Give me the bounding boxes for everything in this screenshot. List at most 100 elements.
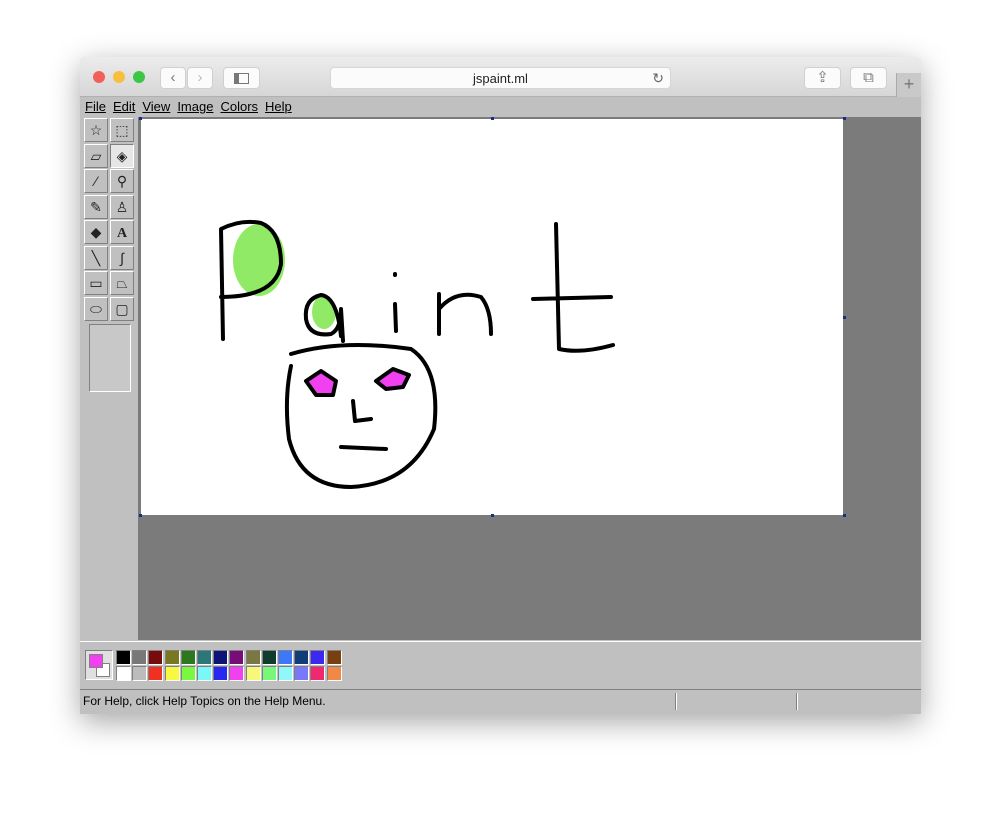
pick-color-icon: ⁄ <box>94 173 98 189</box>
back-button[interactable]: ‹ <box>160 67 186 89</box>
sidebar-icon <box>234 73 249 84</box>
nose <box>351 399 373 423</box>
fill-icon: ◈ <box>116 147 128 164</box>
palette-swatch[interactable] <box>294 650 310 665</box>
tool-rounded-rectangle[interactable]: ▢ <box>110 296 134 321</box>
status-divider <box>796 693 798 710</box>
palette-swatch[interactable] <box>261 666 277 681</box>
palette-swatch[interactable] <box>180 666 196 681</box>
tool-free-form-select[interactable]: ☆ <box>84 118 108 142</box>
primary-color[interactable] <box>89 654 103 668</box>
tabs-icon: ⧉ <box>863 69 874 86</box>
palette-swatch[interactable] <box>245 666 261 681</box>
tool-pencil[interactable]: ✎ <box>84 194 108 219</box>
palette-swatch[interactable] <box>197 666 212 681</box>
palette-swatch[interactable] <box>229 666 245 681</box>
tool-text[interactable]: A <box>110 220 134 244</box>
url-text: jspaint.ml <box>473 71 528 86</box>
zoom-button[interactable] <box>133 71 145 83</box>
palette-swatch[interactable] <box>326 666 342 681</box>
chevron-left-icon: ‹ <box>170 69 176 86</box>
palette-swatch[interactable] <box>294 666 310 681</box>
close-button[interactable] <box>93 71 105 83</box>
line-icon: ╲ <box>91 249 101 266</box>
tool-eraser[interactable]: ▱ <box>84 143 108 168</box>
free-form-select-icon: ☆ <box>89 122 103 138</box>
forward-button[interactable]: › <box>187 67 213 89</box>
minimize-button[interactable] <box>113 71 125 83</box>
letter-i <box>393 272 398 333</box>
plus-icon: + <box>903 74 915 94</box>
resize-handle[interactable] <box>139 117 142 120</box>
tool-select[interactable]: ⬚ <box>110 118 134 142</box>
share-button[interactable]: ⇪ <box>804 67 841 89</box>
palette-swatch[interactable] <box>132 666 148 681</box>
palette-swatch[interactable] <box>164 666 180 681</box>
sidebar-button[interactable] <box>223 67 260 89</box>
menu-view[interactable]: View <box>142 99 170 114</box>
palette-swatch[interactable] <box>213 650 229 665</box>
reload-icon[interactable]: ↻ <box>652 68 664 89</box>
palette-swatch[interactable] <box>278 650 293 665</box>
current-colors <box>85 650 113 680</box>
menu-edit[interactable]: Edit <box>113 99 135 114</box>
address-bar[interactable]: jspaint.ml ↻ <box>330 67 671 89</box>
airbrush-icon: ◆ <box>90 224 102 240</box>
palette-swatch[interactable] <box>326 650 342 665</box>
resize-handle[interactable] <box>843 117 846 120</box>
resize-handle[interactable] <box>843 316 846 319</box>
right-eye <box>374 367 411 391</box>
tool-curve[interactable]: ∫ <box>110 245 134 270</box>
menu-image[interactable]: Image <box>177 99 213 114</box>
canvas-area <box>138 117 921 640</box>
palette-swatch[interactable] <box>278 666 293 681</box>
resize-handle[interactable] <box>139 514 142 517</box>
tabs-button[interactable]: ⧉ <box>850 67 887 89</box>
menu-colors[interactable]: Colors <box>220 99 258 114</box>
menu-bar: File Edit View Image Colors Help <box>80 97 921 117</box>
palette-swatch[interactable] <box>310 666 326 681</box>
color-palette <box>80 641 921 687</box>
letter-n <box>437 292 493 336</box>
menu-file[interactable]: File <box>85 99 106 114</box>
tool-magnifier[interactable]: ⚲ <box>110 169 134 193</box>
palette-swatch[interactable] <box>229 650 245 665</box>
resize-handle[interactable] <box>491 117 494 120</box>
brush-icon: ♙ <box>115 198 129 215</box>
tool-brush[interactable]: ♙ <box>110 194 134 219</box>
tool-ellipse[interactable]: ⬭ <box>84 296 108 321</box>
left-eye <box>304 369 338 397</box>
palette-swatch[interactable] <box>261 650 277 665</box>
face-outline <box>284 343 438 489</box>
tool-airbrush[interactable]: ◆ <box>84 220 108 244</box>
rectangle-icon: ▭ <box>89 275 103 291</box>
new-tab-button[interactable]: + <box>896 73 921 97</box>
palette-swatch[interactable] <box>164 650 180 665</box>
palette-swatch[interactable] <box>245 650 261 665</box>
menu-help[interactable]: Help <box>265 99 292 114</box>
tool-polygon[interactable]: ⏢ <box>110 271 134 295</box>
drawing <box>219 219 615 489</box>
palette-swatch[interactable] <box>132 650 148 665</box>
tool-options[interactable] <box>89 324 131 392</box>
palette-swatch[interactable] <box>213 666 229 681</box>
tool-rectangle[interactable]: ▭ <box>84 271 108 295</box>
drawing-canvas[interactable] <box>141 119 843 515</box>
palette-swatch[interactable] <box>197 650 212 665</box>
rounded-rectangle-icon: ▢ <box>115 300 129 317</box>
resize-handle[interactable] <box>491 514 494 517</box>
resize-handle[interactable] <box>843 514 846 517</box>
tool-fill[interactable]: ◈ <box>110 143 134 168</box>
pencil-icon: ✎ <box>90 198 102 215</box>
status-divider <box>675 693 677 710</box>
palette-swatch[interactable] <box>148 666 164 681</box>
title-bar: ‹ › jspaint.ml ↻ ⇪ ⧉ + <box>80 57 921 97</box>
palette-swatch[interactable] <box>180 650 196 665</box>
palette-swatch[interactable] <box>116 650 131 665</box>
select-icon: ⬚ <box>115 122 129 138</box>
tool-pick-color[interactable]: ⁄ <box>84 169 108 193</box>
palette-swatch[interactable] <box>310 650 326 665</box>
tool-line[interactable]: ╲ <box>84 245 108 270</box>
palette-swatch[interactable] <box>148 650 164 665</box>
palette-swatch[interactable] <box>116 666 131 681</box>
